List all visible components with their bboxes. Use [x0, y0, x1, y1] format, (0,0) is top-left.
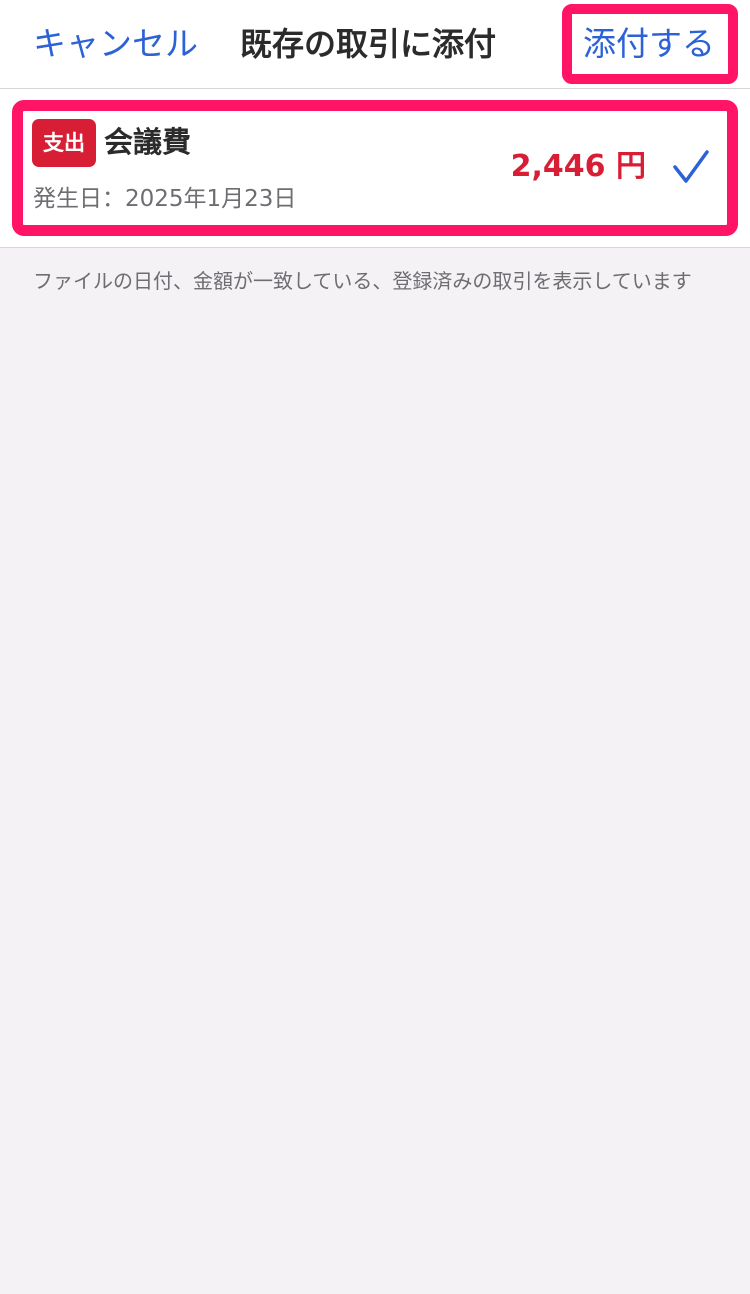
- cancel-button[interactable]: キャンセル: [33, 22, 198, 66]
- expense-badge: 支出: [32, 119, 96, 167]
- transaction-name: 会議費: [104, 125, 192, 159]
- transaction-amount: 2,446 円: [510, 149, 646, 184]
- attach-button[interactable]: 添付する: [583, 22, 715, 66]
- transaction-list: 支出 会議費 発生日：2025年1月23日 2,446 円: [0, 89, 750, 248]
- navigation-bar: キャンセル 既存の取引に添付 添付する: [0, 0, 750, 89]
- checkmark-icon: [673, 150, 709, 183]
- page-title: 既存の取引に添付: [240, 25, 497, 63]
- matching-note: ファイルの日付、金額が一致している、登録済みの取引を表示しています: [33, 269, 692, 293]
- transaction-date: 発生日：2025年1月23日: [33, 186, 297, 212]
